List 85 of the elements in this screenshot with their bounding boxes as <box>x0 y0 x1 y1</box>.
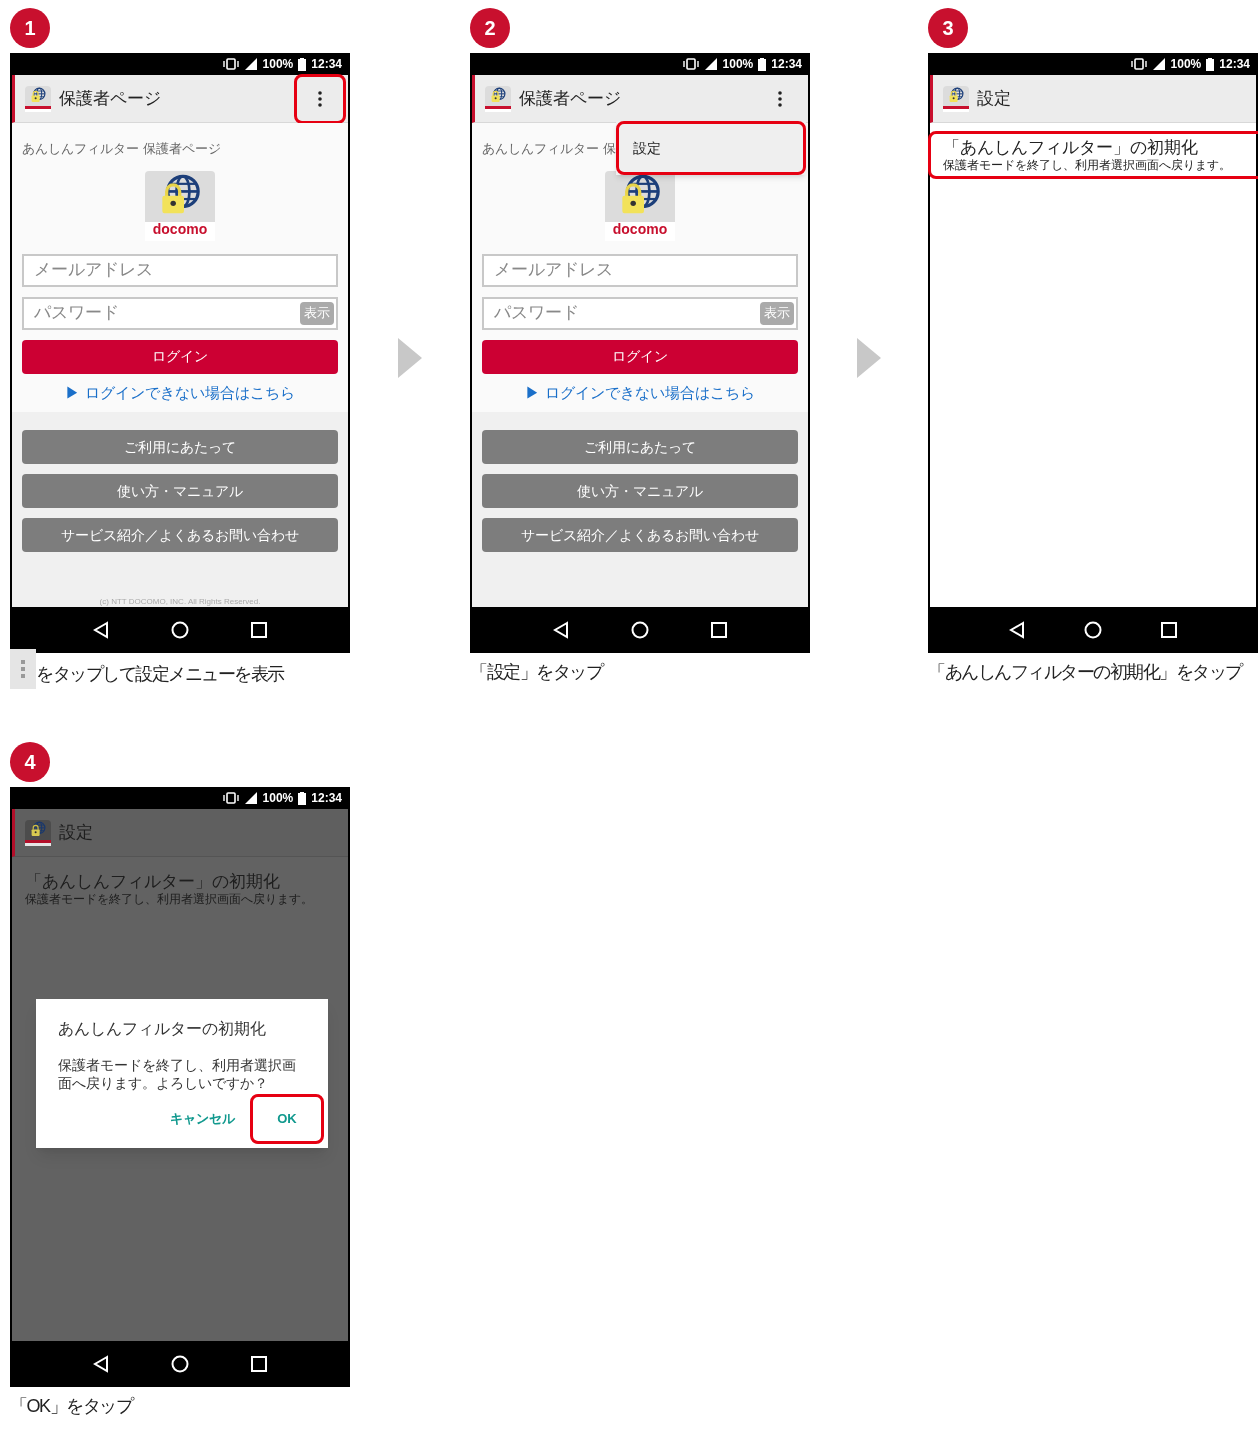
step-number-badge: 3 <box>928 8 968 48</box>
settings-item-title: 「あんしんフィルター」の初期化 <box>25 871 281 893</box>
password-field[interactable]: パスワード 表示 <box>482 296 798 330</box>
app-bar-title: 保護者ページ <box>519 87 622 110</box>
back-icon[interactable] <box>1009 621 1026 639</box>
home-icon[interactable] <box>631 621 649 639</box>
menu-button[interactable]: 使い方・マニュアル <box>22 474 338 508</box>
battery-icon <box>1206 57 1215 71</box>
battery-icon <box>758 57 767 71</box>
help-link[interactable]: ▶ ログインできない場合はこちら <box>482 381 798 404</box>
email-field[interactable]: メールアドレス <box>482 253 798 287</box>
more-vertical-icon <box>778 90 782 107</box>
settings-item-description: 保護者モードを終了し、利用者選択画面へ戻ります。 <box>943 158 1232 174</box>
page-heading: あんしんフィルター 保護者ページ <box>22 140 221 158</box>
dialog-button[interactable]: キャンセル <box>159 1094 246 1144</box>
menu-button[interactable]: ご利用にあたって <box>482 430 798 464</box>
globe-lock-icon <box>29 820 47 837</box>
clock-time: 12:34 <box>311 56 342 73</box>
dialog-message: 保護者モードを終了し、利用者選択画面へ戻ります。よろしいですか？ <box>58 1057 297 1092</box>
menu-button[interactable]: 使い方・マニュアル <box>482 474 798 508</box>
help-link[interactable]: ▶ ログインできない場合はこちら <box>22 381 338 404</box>
page-heading: あんしんフィルター 保 <box>482 140 616 158</box>
login-button[interactable]: ログイン <box>22 339 338 374</box>
globe-lock-icon <box>489 86 507 103</box>
more-vertical-icon <box>318 90 322 107</box>
step-caption: 「設定」をタップ <box>470 661 602 684</box>
show-password-button[interactable]: 表示 <box>300 301 334 325</box>
back-icon[interactable] <box>553 621 569 639</box>
step-caption: 「OK」をタップ <box>10 1395 132 1418</box>
step-number-badge: 4 <box>10 742 50 782</box>
back-icon[interactable] <box>93 621 109 639</box>
back-icon[interactable] <box>93 1355 109 1373</box>
battery-level: 100% <box>262 790 294 807</box>
clock-time: 12:34 <box>311 790 342 807</box>
overview-icon[interactable] <box>251 1356 267 1372</box>
overview-icon[interactable] <box>711 622 727 638</box>
logo-band <box>25 839 51 846</box>
logo-band <box>485 105 511 112</box>
dialog-title: あんしんフィルターの初期化 <box>58 1019 267 1039</box>
login-button[interactable]: ログイン <box>482 339 798 374</box>
home-icon[interactable] <box>171 621 189 639</box>
next-arrow-icon <box>398 338 422 378</box>
clock-time: 12:34 <box>771 56 802 73</box>
home-icon[interactable] <box>171 1355 189 1373</box>
vibrate-icon <box>1130 58 1147 70</box>
battery-level: 100% <box>262 56 294 73</box>
password-field[interactable]: パスワード 表示 <box>22 296 338 330</box>
show-password-button[interactable]: 表示 <box>760 301 794 325</box>
overview-icon[interactable] <box>251 622 267 638</box>
vibrate-icon <box>682 58 699 70</box>
popup-menu-item[interactable]: 設定 <box>616 121 806 175</box>
logo-band <box>943 105 969 112</box>
battery-level: 100% <box>722 56 754 73</box>
signal-icon <box>1151 58 1166 70</box>
app-bar-title: 設定 <box>59 821 94 844</box>
dialog-button[interactable]: OK <box>250 1094 324 1144</box>
step-caption: 「あんしんフィルターの初期化」をタップ <box>928 661 1242 684</box>
home-icon[interactable] <box>1084 621 1102 639</box>
signal-icon <box>243 58 258 70</box>
signal-icon <box>703 58 718 70</box>
menu-button[interactable]: ご利用にあたって <box>22 430 338 464</box>
overview-icon[interactable] <box>1160 622 1177 638</box>
signal-icon <box>243 792 258 804</box>
settings-item-title: 「あんしんフィルター」の初期化 <box>943 137 1199 159</box>
battery-icon <box>298 791 307 805</box>
step-number-badge: 2 <box>470 8 510 48</box>
email-field[interactable]: メールアドレス <box>22 253 338 287</box>
next-arrow-icon <box>857 338 881 378</box>
vibrate-icon <box>222 792 239 804</box>
menu-button[interactable]: サービス紹介／よくあるお問い合わせ <box>22 518 338 552</box>
globe-lock-icon <box>947 86 965 103</box>
app-bar-title: 設定 <box>977 87 1012 110</box>
menu-button[interactable]: サービス紹介／よくあるお問い合わせ <box>482 518 798 552</box>
logo-text: docomo <box>145 222 215 241</box>
battery-icon <box>298 57 307 71</box>
globe-lock-icon <box>29 86 47 103</box>
step-caption: をタップして設定メニューを表示 <box>36 662 284 686</box>
app-bar-title: 保護者ページ <box>59 87 162 110</box>
vibrate-icon <box>222 58 239 70</box>
logo-band <box>25 105 51 112</box>
settings-item[interactable]: 「あんしんフィルター」の初期化 保護者モードを終了し、利用者選択画面へ戻ります。 <box>928 131 1258 180</box>
step-number-badge: 1 <box>10 8 50 48</box>
clock-time: 12:34 <box>1219 56 1250 73</box>
logo-text: docomo <box>605 222 675 241</box>
battery-level: 100% <box>1170 56 1202 73</box>
